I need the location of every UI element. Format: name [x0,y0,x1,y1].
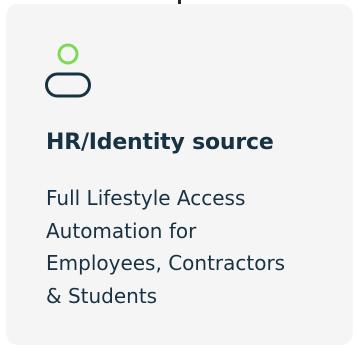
description-line: Employees, Contractors [46,251,286,275]
description-line: Full Lifestyle Access [46,186,246,210]
feature-card: HR/Identity source Full Lifestyle Access… [6,4,353,345]
description-line: & Students [46,283,158,308]
card-title: HR/Identity source [46,130,274,155]
description-line: Automation for [46,218,197,243]
person-icon [44,42,92,102]
card-description: Full Lifestyle Access Automation for Emp… [46,182,336,312]
